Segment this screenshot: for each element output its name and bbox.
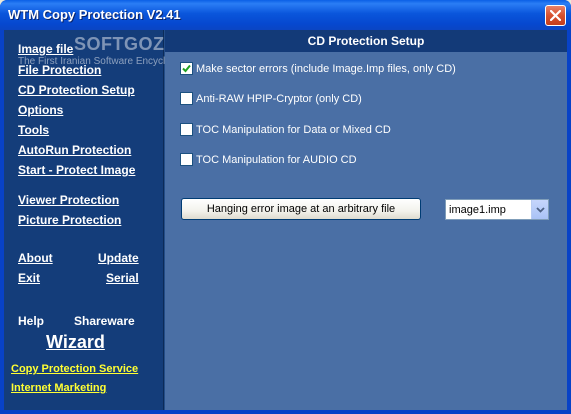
window-title: WTM Copy Protection V2.41	[8, 7, 181, 22]
dropdown-button[interactable]	[531, 200, 548, 219]
main-panel: CD Protection Setup Make sector errors (…	[165, 30, 567, 410]
about-link[interactable]: About	[18, 251, 53, 265]
option-sector-errors[interactable]: Make sector errors (include Image.Imp fi…	[180, 62, 456, 75]
option-toc-audio[interactable]: TOC Manipulation for AUDIO CD	[180, 153, 357, 166]
nav-autorun-protection[interactable]: AutoRun Protection	[18, 143, 131, 157]
title-bar[interactable]: WTM Copy Protection V2.41	[0, 0, 571, 30]
internet-marketing-link[interactable]: Internet Marketing	[11, 382, 106, 394]
serial-link[interactable]: Serial	[106, 271, 139, 285]
option-anti-raw[interactable]: Anti-RAW HPIP-Cryptor (only CD)	[180, 92, 362, 105]
panel-title: CD Protection Setup	[307, 34, 425, 48]
client-area: SOFTGOZAR.COM The First Iranian Software…	[4, 30, 567, 410]
nav-file-protection[interactable]: File Protection	[18, 63, 101, 77]
nav-viewer-protection[interactable]: Viewer Protection	[18, 193, 119, 207]
nav-picture-protection[interactable]: Picture Protection	[18, 213, 121, 227]
image-file-value: image1.imp	[449, 203, 506, 216]
chevron-down-icon	[535, 206, 545, 213]
nav-options[interactable]: Options	[18, 103, 63, 117]
toc-audio-checkbox[interactable]	[180, 153, 193, 166]
option-label: Make sector errors (include Image.Imp fi…	[196, 62, 456, 75]
nav-start-protect-image[interactable]: Start - Protect Image	[18, 163, 135, 177]
panel-body: Make sector errors (include Image.Imp fi…	[165, 52, 567, 410]
sidebar-nav: SOFTGOZAR.COM The First Iranian Software…	[4, 30, 240, 410]
copy-protection-service-link[interactable]: Copy Protection Service	[11, 363, 138, 375]
toc-data-checkbox[interactable]	[180, 123, 193, 136]
nav-cd-protection-setup[interactable]: CD Protection Setup	[18, 83, 135, 97]
close-icon	[550, 10, 561, 21]
hanging-error-image-button[interactable]: Hanging error image at an arbitrary file	[181, 198, 421, 220]
checkmark-icon	[182, 64, 191, 73]
panel-header: CD Protection Setup	[165, 30, 567, 52]
anti-raw-checkbox[interactable]	[180, 92, 193, 105]
image-file-select[interactable]: image1.imp	[445, 199, 549, 220]
help-link[interactable]: Help	[18, 314, 44, 328]
nav-tools[interactable]: Tools	[18, 123, 49, 137]
shareware-link[interactable]: Shareware	[74, 314, 135, 328]
app-window: WTM Copy Protection V2.41 SOFTGOZAR.COM …	[0, 0, 571, 414]
option-toc-data[interactable]: TOC Manipulation for Data or Mixed CD	[180, 123, 391, 136]
update-link[interactable]: Update	[98, 251, 139, 265]
close-button[interactable]	[545, 5, 566, 26]
option-label: TOC Manipulation for Data or Mixed CD	[196, 123, 391, 136]
exit-link[interactable]: Exit	[18, 271, 40, 285]
sector-errors-checkbox[interactable]	[180, 62, 193, 75]
nav-image-file[interactable]: Image file	[18, 42, 73, 56]
option-label: TOC Manipulation for AUDIO CD	[196, 153, 357, 166]
wizard-link[interactable]: Wizard	[46, 332, 105, 353]
option-label: Anti-RAW HPIP-Cryptor (only CD)	[196, 92, 362, 105]
